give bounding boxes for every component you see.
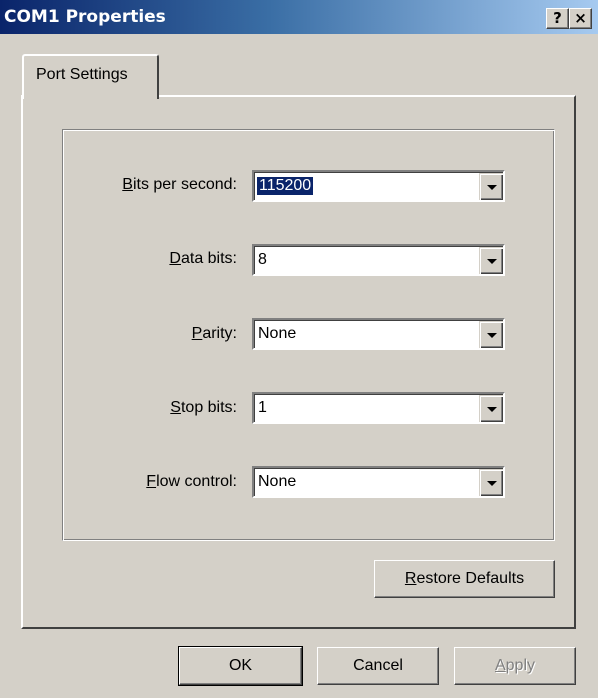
parity-dropdown-button[interactable] [479, 321, 503, 348]
parity-label-text: Parity: [191, 325, 237, 342]
data-bits-select[interactable]: 8 [252, 244, 505, 276]
flow-control-value: None [258, 473, 297, 490]
stop-bits-value: 1 [258, 399, 267, 416]
data-bits-value: 8 [258, 251, 267, 268]
parity-value: None [258, 325, 297, 342]
parity-select[interactable]: None [252, 318, 505, 350]
title-bar[interactable]: COM1 Properties ? × [0, 0, 598, 34]
cancel-button[interactable]: Cancel [317, 647, 439, 685]
ok-button[interactable]: OK [178, 646, 303, 686]
window-title: COM1 Properties [4, 7, 166, 27]
bits-per-second-select[interactable]: 115200 [252, 170, 505, 202]
stop-bits-dropdown-button[interactable] [479, 395, 503, 422]
chevron-down-icon [487, 259, 497, 264]
chevron-down-icon [487, 333, 497, 338]
bits-per-second-label-text: Bits per second: [122, 176, 237, 193]
bits-per-second-value: 115200 [257, 177, 314, 195]
chevron-down-icon [487, 407, 497, 412]
bits-per-second-dropdown-button[interactable] [479, 173, 503, 200]
help-button[interactable]: ? [546, 8, 569, 29]
flow-control-label: Flow control: [37, 473, 237, 491]
restore-defaults-button[interactable]: Restore Defaults [374, 560, 555, 598]
data-bits-label: Data bits: [37, 250, 237, 268]
com1-properties-dialog: COM1 Properties ? × Port Settings Bits p… [0, 0, 598, 698]
close-button[interactable]: × [569, 8, 592, 29]
tab-port-settings[interactable]: Port Settings [22, 54, 159, 99]
data-bits-dropdown-button[interactable] [479, 247, 503, 274]
flow-control-select[interactable]: None [252, 466, 505, 498]
chevron-down-icon [487, 481, 497, 486]
apply-button[interactable]: Apply [454, 647, 576, 685]
tab-port-settings-label: Port Settings [36, 66, 128, 83]
stop-bits-select[interactable]: 1 [252, 392, 505, 424]
stop-bits-label-text: Stop bits: [170, 399, 237, 416]
bits-per-second-label: Bits per second: [37, 176, 237, 194]
flow-control-label-text: Flow control: [146, 473, 237, 490]
stop-bits-label: Stop bits: [37, 399, 237, 417]
parity-label: Parity: [37, 325, 237, 343]
flow-control-dropdown-button[interactable] [479, 469, 503, 496]
chevron-down-icon [487, 185, 497, 190]
data-bits-label-text: Data bits: [169, 250, 237, 267]
